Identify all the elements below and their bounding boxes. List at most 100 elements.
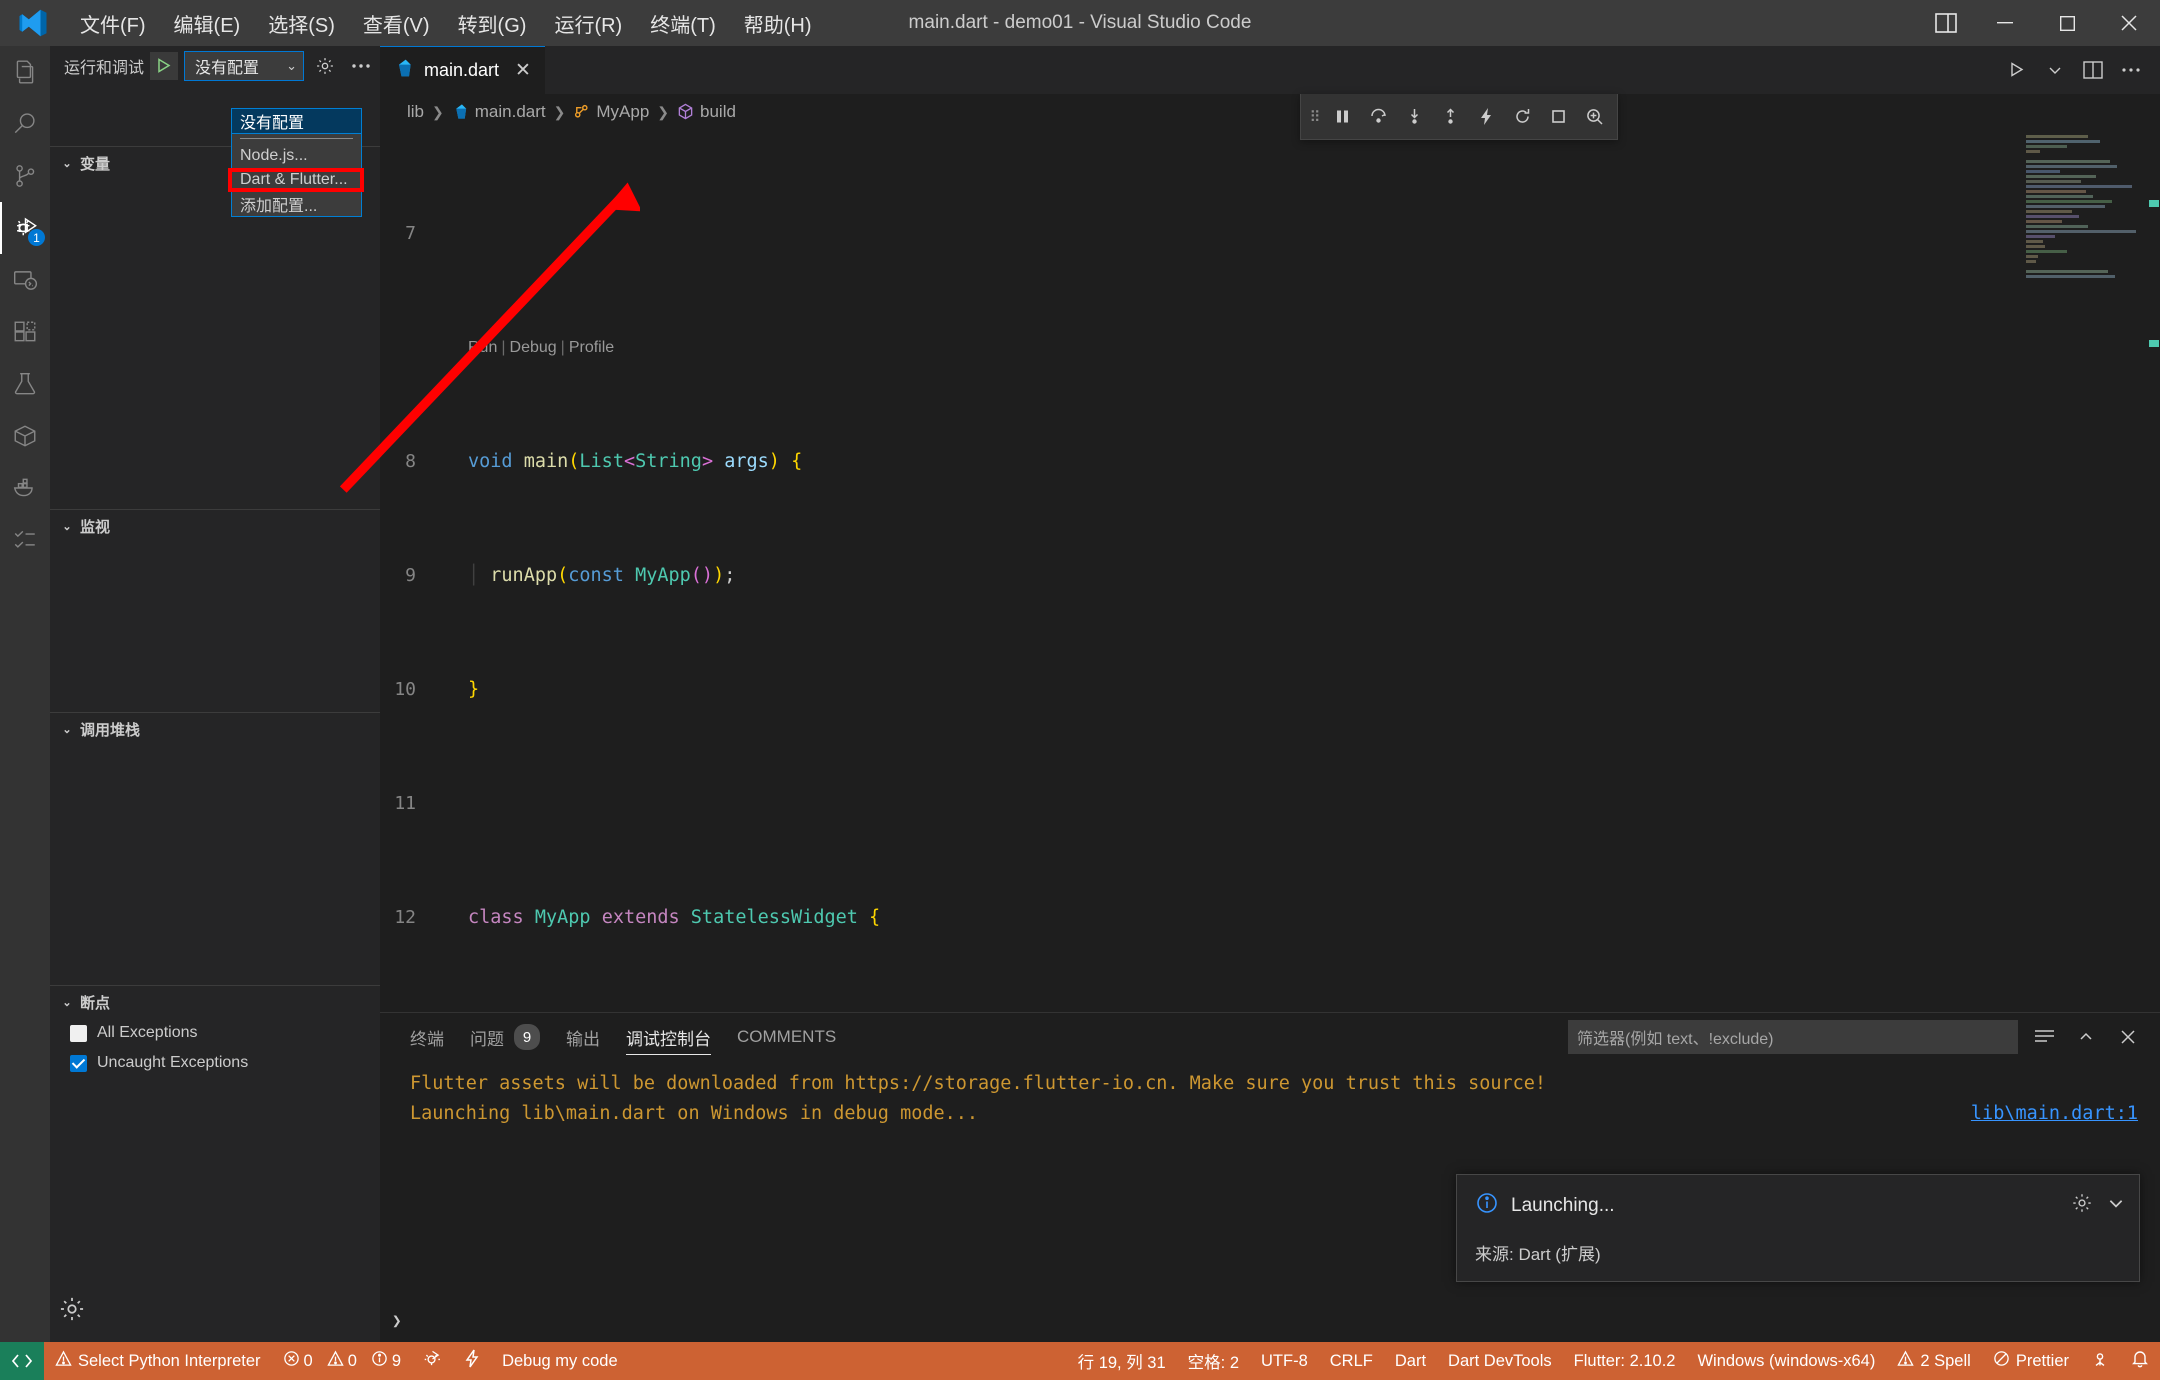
code-lens-profile[interactable]: Profile [569,334,614,363]
debug-toolbar[interactable]: ⠿ [1300,94,1618,140]
run-icon[interactable] [2000,53,2034,87]
code-content[interactable]: 7 Run | Debug | Profile 8 void main(List<S… [380,130,2160,1012]
menu-help[interactable]: 帮助(H) [730,0,826,46]
debug-configuration-dropdown[interactable]: 没有配置 Node.js... Dart & Flutter... 添加配置..… [231,108,362,217]
checkbox-all-exceptions[interactable] [70,1024,87,1042]
panel-tab-terminal[interactable]: 终端 [410,1013,444,1061]
clear-console-icon[interactable] [2028,1021,2060,1053]
status-flutter-version[interactable]: Flutter: 2.10.2 [1563,1342,1687,1380]
menu-edit[interactable]: 编辑(E) [160,0,255,46]
sidebar-item-run-and-debug[interactable]: 1 [0,202,50,254]
console-source-link[interactable]: lib\main.dart:1 [1971,1099,2138,1129]
breadcrumb-item-myapp[interactable]: MyApp [573,102,649,122]
console-filter-placeholder: 筛选器(例如 text、!exclude) [1577,1031,1774,1048]
breakpoint-all-exceptions[interactable]: All Exceptions [70,1018,380,1048]
tab-close-icon[interactable]: ✕ [515,59,531,82]
sidebar-item-remote-explorer[interactable] [0,254,50,306]
inspect-widget-icon[interactable] [1577,98,1611,136]
restart-icon[interactable] [1505,98,1539,136]
close-panel-icon[interactable] [2112,1021,2144,1053]
sidebar-item-docker[interactable] [0,462,50,514]
stop-icon[interactable] [1541,98,1575,136]
menu-terminal[interactable]: 终端(T) [636,0,730,46]
code-lens[interactable]: Run | Debug | Profile [380,334,2160,363]
notification-collapse-icon[interactable] [2107,1194,2125,1217]
sidebar-item-search[interactable] [0,98,50,150]
sidebar-item-explorer[interactable] [0,46,50,98]
start-debugging-button[interactable] [150,52,179,80]
panel-tab-output[interactable]: 输出 [566,1013,600,1061]
breadcrumb-item-lib[interactable]: lib [407,102,424,122]
menu-selection[interactable]: 选择(S) [254,0,349,46]
status-dart-devtools-label: Dart DevTools [1448,1351,1552,1370]
manage-settings-gear-icon[interactable] [58,1295,86,1328]
status-flutter-devices[interactable] [412,1342,453,1380]
section-watch-header[interactable]: ⌄ 监视 [50,510,380,542]
checkbox-uncaught-exceptions[interactable] [70,1054,87,1072]
maximize-button[interactable] [2036,0,2098,46]
editor-layout-icon[interactable] [1918,0,1974,46]
step-out-icon[interactable] [1433,98,1467,136]
status-debug-my-code[interactable]: Debug my code [491,1342,629,1380]
panel-tab-problems[interactable]: 问题 9 [470,1013,540,1061]
status-eol[interactable]: CRLF [1319,1342,1384,1380]
dropdown-item-nodejs[interactable]: Node.js... [232,144,361,168]
editor-more-actions-icon[interactable] [2114,53,2148,87]
breadcrumb-item-build[interactable]: build [677,102,736,122]
dropdown-item-no-config[interactable]: 没有配置 [231,108,362,134]
menu-go[interactable]: 转到(G) [444,0,541,46]
status-language-mode[interactable]: Dart [1384,1342,1437,1380]
console-filter-input[interactable]: 筛选器(例如 text、!exclude) [1568,1020,2018,1054]
menu-run[interactable]: 运行(R) [540,0,636,46]
panel-tab-comments[interactable]: COMMENTS [737,1013,836,1061]
sidebar-item-extensions[interactable] [0,306,50,358]
pause-icon[interactable] [1325,98,1359,136]
remote-indicator-icon[interactable] [0,1342,44,1380]
status-notifications-bell-icon[interactable] [2120,1342,2160,1380]
sidebar-item-testing[interactable] [0,358,50,410]
status-python-interpreter[interactable]: Select Python Interpreter [44,1342,272,1380]
step-into-icon[interactable] [1397,98,1431,136]
sidebar-item-package[interactable] [0,410,50,462]
notification-gear-icon[interactable] [2071,1192,2093,1219]
editor-scrollbar[interactable] [2146,130,2160,1012]
status-remote-broadcast[interactable] [2080,1342,2120,1380]
status-encoding[interactable]: UTF-8 [1250,1342,1319,1380]
menu-file[interactable]: 文件(F) [66,0,160,46]
split-editor-icon[interactable] [2076,53,2110,87]
tab-main-dart[interactable]: main.dart ✕ [380,46,545,94]
grip-icon[interactable]: ⠿ [1307,98,1323,136]
panel-tab-debug-console[interactable]: 调试控制台 [626,1013,711,1061]
open-launch-json-gear-icon[interactable] [310,51,340,81]
sidebar-item-source-control[interactable] [0,150,50,202]
breadcrumb-item-main-dart[interactable]: main.dart [452,102,546,122]
menu-view[interactable]: 查看(V) [349,0,444,46]
code-lens-run[interactable]: Run [468,334,497,363]
breakpoint-uncaught-exceptions[interactable]: Uncaught Exceptions [70,1048,380,1078]
chevron-up-icon[interactable] [2070,1021,2102,1053]
status-problems[interactable]: 0 0 9 [272,1342,413,1380]
chevron-down-icon[interactable] [2038,53,2072,87]
section-breakpoints-header[interactable]: ⌄ 断点 [50,986,380,1018]
status-target-device[interactable]: Windows (windows-x64) [1686,1342,1886,1380]
code-editor[interactable]: 7 Run | Debug | Profile 8 void main(List<S… [380,130,2160,1012]
status-prettier[interactable]: Prettier [1982,1342,2080,1380]
sidebar-item-todo[interactable] [0,514,50,566]
minimize-button[interactable] [1974,0,2036,46]
code-lens-debug[interactable]: Debug [510,334,557,363]
dropdown-item-dart-flutter[interactable]: Dart & Flutter... [232,168,361,192]
status-spell-checker[interactable]: 2 Spell [1886,1342,1981,1380]
chevron-right-icon[interactable]: ❯ [392,1306,402,1336]
hot-reload-icon[interactable] [1469,98,1503,136]
dropdown-item-add-config[interactable]: 添加配置... [232,192,361,216]
step-over-icon[interactable] [1361,98,1395,136]
status-cursor-position[interactable]: 行 19, 列 31 [1067,1342,1177,1380]
section-call-stack-header[interactable]: ⌄ 调用堆栈 [50,713,380,745]
sidebar-more-actions-icon[interactable] [346,51,376,81]
close-button[interactable] [2098,0,2160,46]
notification-toast[interactable]: Launching... 来源: Dart (扩展) [1456,1174,2140,1282]
status-indentation[interactable]: 空格: 2 [1177,1342,1250,1380]
status-dart-devtools[interactable]: Dart DevTools [1437,1342,1563,1380]
status-hot-reload[interactable] [453,1342,491,1380]
debug-configuration-select[interactable]: 没有配置 ⌄ [184,51,304,81]
